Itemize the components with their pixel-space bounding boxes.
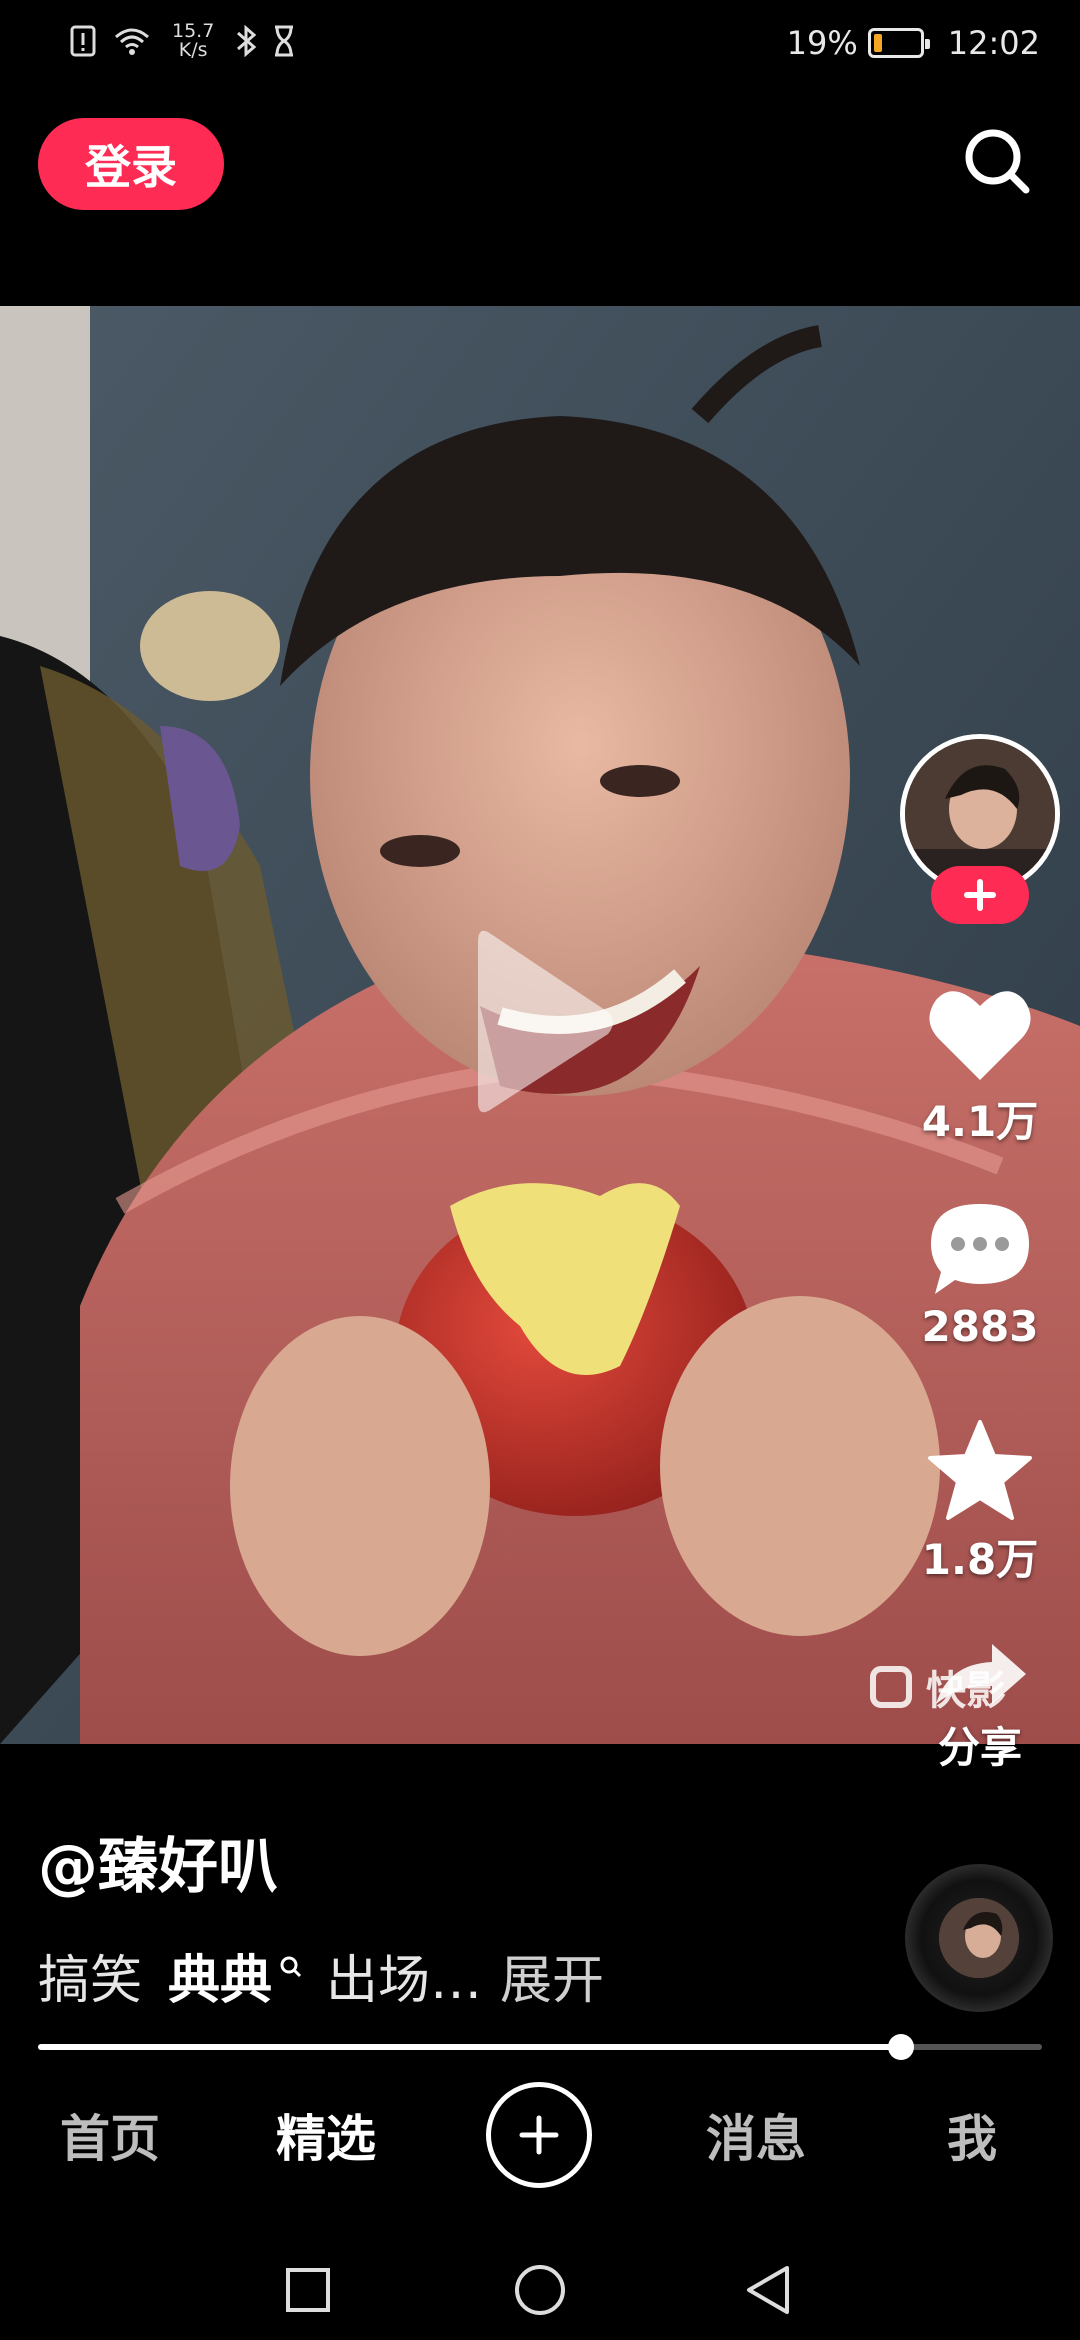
comment-count: 2883 bbox=[921, 1302, 1039, 1351]
system-nav-bar bbox=[0, 2240, 1080, 2340]
sim-alert-icon bbox=[70, 25, 96, 57]
plus-circle-icon bbox=[486, 2082, 592, 2188]
progress-fill bbox=[38, 2044, 902, 2050]
star-icon bbox=[928, 1420, 1032, 1520]
bottom-tab-bar: 首页 精选 消息 我 bbox=[0, 2080, 1080, 2190]
plus-icon bbox=[964, 879, 996, 911]
tab-publish[interactable] bbox=[484, 2080, 594, 2190]
comment-icon bbox=[931, 1204, 1029, 1294]
recents-button[interactable] bbox=[270, 2252, 346, 2328]
home-button[interactable] bbox=[502, 2252, 578, 2328]
status-bar: 15.7 K/s 19% 12:02 bbox=[0, 0, 1080, 92]
expand-button[interactable]: 展开 bbox=[500, 1938, 604, 2013]
wifi-icon bbox=[115, 28, 149, 55]
status-left: 15.7 K/s bbox=[68, 22, 296, 60]
share-arrow-icon bbox=[936, 1644, 1026, 1704]
favorite-button[interactable]: 1.8万 bbox=[905, 1418, 1055, 1587]
search-button[interactable] bbox=[956, 120, 1040, 204]
music-cover bbox=[939, 1898, 1019, 1978]
caption-suffix: 出场… bbox=[326, 1951, 483, 2011]
follow-button[interactable] bbox=[931, 866, 1029, 924]
share-button[interactable]: 分享 bbox=[905, 1640, 1055, 1775]
recents-icon bbox=[286, 2268, 330, 2312]
home-icon bbox=[515, 2265, 565, 2315]
back-button[interactable] bbox=[730, 2252, 806, 2328]
bluetooth-icon bbox=[237, 24, 257, 58]
battery-level bbox=[873, 34, 883, 52]
search-icon bbox=[965, 129, 1030, 194]
play-icon[interactable] bbox=[468, 922, 618, 1122]
music-disc[interactable] bbox=[905, 1864, 1053, 2012]
comment-button[interactable]: 2883 bbox=[905, 1198, 1055, 1351]
heart-icon bbox=[929, 991, 1031, 1080]
tab-me[interactable]: 我 bbox=[892, 2080, 1052, 2190]
clock: 12:02 bbox=[947, 24, 1040, 62]
like-count: 4.1万 bbox=[921, 1097, 1039, 1146]
like-button[interactable]: 4.1万 bbox=[905, 984, 1055, 1149]
app-screen: 15.7 K/s 19% 12:02 登录 4.1万 2883 1.8万 快影 … bbox=[0, 0, 1080, 2340]
caption-hashtag[interactable]: 典典 bbox=[168, 1938, 272, 2013]
caption-text: 搞笑 bbox=[38, 1951, 143, 2011]
tab-home[interactable]: 首页 bbox=[30, 2080, 190, 2190]
net-speed-unit: K/s bbox=[178, 39, 208, 61]
video-progress-bar[interactable] bbox=[38, 2034, 1042, 2060]
battery-percent: 19% bbox=[786, 24, 858, 62]
net-speed: 15.7 K/s bbox=[172, 22, 214, 60]
favorite-count: 1.8万 bbox=[921, 1535, 1039, 1584]
author-name[interactable]: @臻好叭 bbox=[38, 1818, 278, 1905]
battery-icon bbox=[867, 28, 930, 58]
login-button[interactable]: 登录 bbox=[38, 118, 224, 210]
progress-thumb[interactable] bbox=[888, 2034, 915, 2060]
video-caption: 搞笑 典典 出场… 展开 bbox=[38, 1938, 604, 2013]
tab-featured[interactable]: 精选 bbox=[246, 2080, 406, 2190]
hourglass-icon bbox=[275, 25, 294, 57]
caption-search-icon bbox=[278, 1954, 304, 1987]
share-label: 分享 bbox=[937, 1723, 1022, 1772]
back-icon bbox=[747, 2266, 789, 2314]
status-right: 19% 12:02 bbox=[787, 24, 1040, 62]
tab-messages[interactable]: 消息 bbox=[676, 2080, 836, 2190]
